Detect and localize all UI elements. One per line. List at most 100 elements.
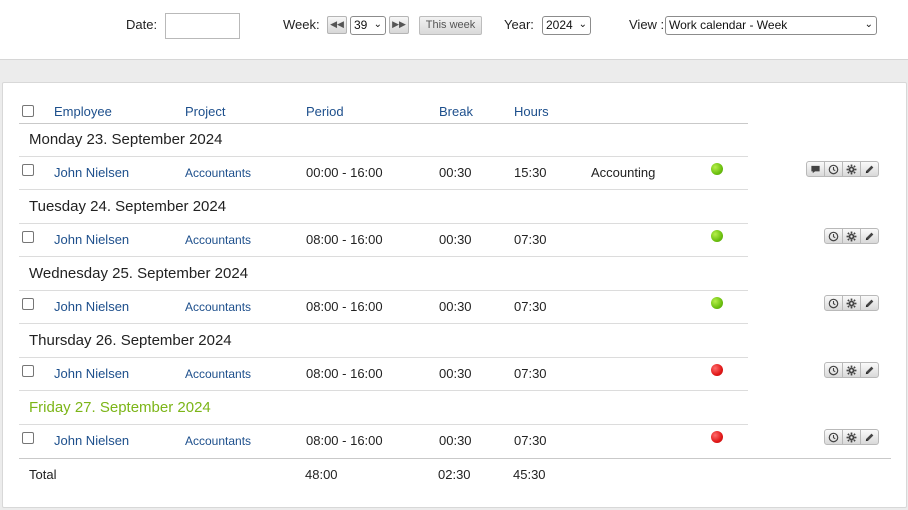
row-checkbox[interactable]: [22, 231, 34, 243]
clock-icon: [828, 298, 839, 309]
hours-value: 07:30: [514, 299, 547, 314]
note-value: Accounting: [591, 165, 656, 180]
pencil-button[interactable]: [860, 161, 879, 177]
status-indicator: [711, 431, 723, 443]
clock-button[interactable]: [824, 161, 843, 177]
view-label: View :: [629, 17, 665, 32]
row-actions: [806, 161, 879, 177]
period-value: 00:00 - 16:00: [306, 165, 383, 180]
gear-icon: [846, 164, 857, 175]
this-week-button[interactable]: This week: [419, 16, 482, 35]
project-link[interactable]: Accountants: [185, 367, 251, 381]
timesheet-panel: Employee Project Period Break Hours Mond…: [2, 82, 907, 508]
clock-button[interactable]: [824, 228, 843, 244]
row-actions: [824, 429, 879, 445]
day-heading: Monday 23. September 2024: [29, 131, 223, 148]
column-header-employee[interactable]: Employee: [54, 104, 112, 119]
day-heading: Wednesday 25. September 2024: [29, 265, 249, 282]
gear-button[interactable]: [842, 228, 861, 244]
row-divider: [19, 223, 748, 224]
column-header-project[interactable]: Project: [185, 104, 225, 119]
break-value: 00:30: [439, 232, 472, 247]
week-label: Week:: [283, 17, 320, 32]
break-value: 00:30: [439, 366, 472, 381]
gear-button[interactable]: [842, 161, 861, 177]
hours-value: 15:30: [514, 165, 547, 180]
day-heading: Friday 27. September 2024: [29, 399, 211, 416]
gear-icon: [846, 432, 857, 443]
clock-button[interactable]: [824, 362, 843, 378]
gear-button[interactable]: [842, 295, 861, 311]
chevron-down-icon: ⌄: [578, 19, 587, 30]
date-label: Date:: [126, 17, 158, 32]
project-link[interactable]: Accountants: [185, 300, 251, 314]
date-input[interactable]: [165, 13, 240, 39]
pencil-button[interactable]: [860, 228, 879, 244]
previous-week-button[interactable]: ◀◀: [327, 16, 347, 34]
gear-button[interactable]: [842, 362, 861, 378]
chevron-down-icon: ⌄: [373, 19, 382, 30]
year-select[interactable]: 2024 ⌄: [542, 16, 591, 35]
column-header-hours[interactable]: Hours: [514, 104, 549, 119]
break-value: 00:30: [439, 165, 472, 180]
row-checkbox[interactable]: [22, 365, 34, 377]
total-divider: [19, 458, 891, 459]
project-link[interactable]: Accountants: [185, 233, 251, 247]
pencil-button[interactable]: [860, 295, 879, 311]
row-actions: [824, 228, 879, 244]
comment-button[interactable]: [806, 161, 825, 177]
row-divider: [19, 189, 748, 190]
hours-value: 07:30: [514, 433, 547, 448]
employee-link[interactable]: John Nielsen: [54, 366, 129, 381]
total-period: 48:00: [305, 467, 338, 482]
project-link[interactable]: Accountants: [185, 434, 251, 448]
clock-button[interactable]: [824, 295, 843, 311]
clock-button[interactable]: [824, 429, 843, 445]
project-link[interactable]: Accountants: [185, 166, 251, 180]
total-label: Total: [29, 467, 57, 482]
row-divider: [19, 323, 748, 324]
row-checkbox[interactable]: [22, 164, 34, 176]
view-select[interactable]: Work calendar - Week ⌄: [665, 16, 877, 35]
next-week-button[interactable]: ▶▶: [389, 16, 409, 34]
gear-icon: [846, 231, 857, 242]
employee-link[interactable]: John Nielsen: [54, 232, 129, 247]
break-value: 00:30: [439, 433, 472, 448]
select-all-checkbox[interactable]: [22, 105, 34, 117]
double-left-arrow-icon: ◀◀: [330, 20, 344, 30]
hours-value: 07:30: [514, 232, 547, 247]
employee-link[interactable]: John Nielsen: [54, 165, 129, 180]
status-indicator: [711, 297, 723, 309]
header-divider: [19, 123, 748, 124]
period-value: 08:00 - 16:00: [306, 433, 383, 448]
employee-link[interactable]: John Nielsen: [54, 433, 129, 448]
period-value: 08:00 - 16:00: [306, 299, 383, 314]
gear-button[interactable]: [842, 429, 861, 445]
gear-icon: [846, 298, 857, 309]
day-heading: Tuesday 24. September 2024: [29, 198, 227, 215]
week-select[interactable]: 39 ⌄: [350, 16, 386, 35]
status-indicator: [711, 230, 723, 242]
column-header-break[interactable]: Break: [439, 104, 473, 119]
employee-link[interactable]: John Nielsen: [54, 299, 129, 314]
row-divider: [19, 256, 748, 257]
pencil-button[interactable]: [860, 429, 879, 445]
row-divider: [19, 390, 748, 391]
column-header-period[interactable]: Period: [306, 104, 344, 119]
year-label: Year:: [504, 17, 534, 32]
clock-icon: [828, 231, 839, 242]
comment-icon: [810, 164, 821, 175]
gear-icon: [846, 365, 857, 376]
pencil-icon: [864, 432, 875, 443]
row-checkbox[interactable]: [22, 298, 34, 310]
break-value: 00:30: [439, 299, 472, 314]
row-actions: [824, 295, 879, 311]
status-indicator: [711, 163, 723, 175]
pencil-button[interactable]: [860, 362, 879, 378]
row-divider: [19, 156, 748, 157]
total-break: 02:30: [438, 467, 471, 482]
clock-icon: [828, 365, 839, 376]
row-actions: [824, 362, 879, 378]
total-hours: 45:30: [513, 467, 546, 482]
row-checkbox[interactable]: [22, 432, 34, 444]
